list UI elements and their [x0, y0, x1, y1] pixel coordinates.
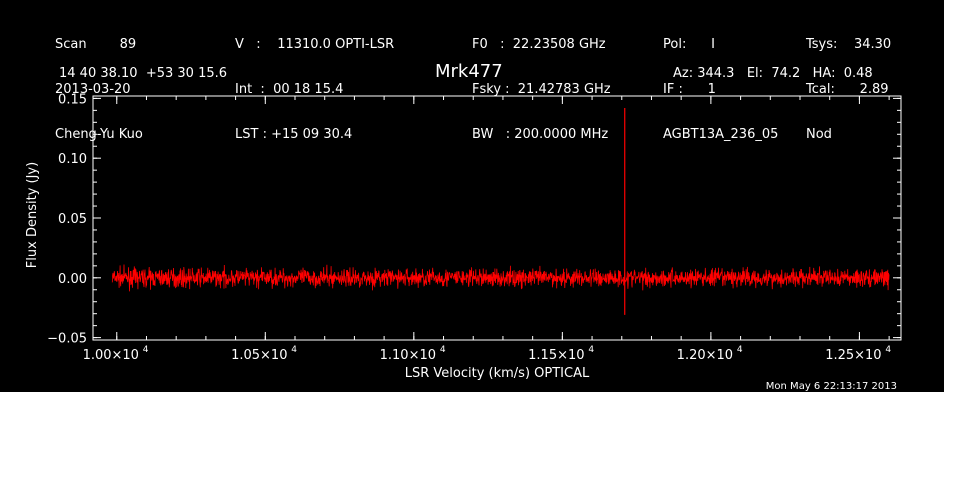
axis-ticks: −0.05 0.00 0.05 0.10 0.15 1.00×10 4 1.05×10 4 1.1…	[47, 92, 901, 363]
plot-frame	[92, 95, 902, 341]
x-tick-label: 1.20×10	[677, 348, 733, 363]
spectrum-chart: −0.05 0.00 0.05 0.10 0.15 1.00×10 4 1.05×10 4 1.1…	[25, 92, 902, 392]
x-tick-exponent: 4	[291, 345, 297, 355]
y-tick-label: 0.00	[58, 272, 87, 287]
y-axis-label: Flux Density (Jy)	[25, 162, 40, 268]
plot-border	[92, 95, 902, 341]
x-tick-label: 1.05×10	[231, 348, 287, 363]
timestamp: Mon May 6 22:13:17 2013	[766, 381, 897, 392]
x-tick-label: 1.15×10	[528, 348, 584, 363]
y-tick-label: 0.10	[58, 152, 87, 167]
x-axis-label: LSR Velocity (km/s) OPTICAL	[405, 366, 590, 381]
x-tick-label: 1.00×10	[83, 348, 139, 363]
x-tick-exponent: 4	[588, 345, 594, 355]
y-tick-label: 0.15	[58, 92, 87, 107]
y-tick-label: −0.05	[47, 332, 87, 347]
x-tick-label: 1.25×10	[825, 348, 881, 363]
x-tick-exponent: 4	[440, 345, 446, 355]
x-tick-exponent: 4	[737, 345, 743, 355]
spectrum-line	[111, 264, 890, 292]
x-tick-label: 1.10×10	[380, 348, 436, 363]
x-tick-exponent: 4	[885, 345, 891, 355]
spectrum-trace	[111, 107, 890, 315]
plot-panel: Scan 89 2013-03-20 Cheng-Yu Kuo V : 1131…	[0, 0, 944, 392]
x-tick-exponent: 4	[143, 345, 149, 355]
y-tick-label: 0.05	[58, 212, 87, 227]
